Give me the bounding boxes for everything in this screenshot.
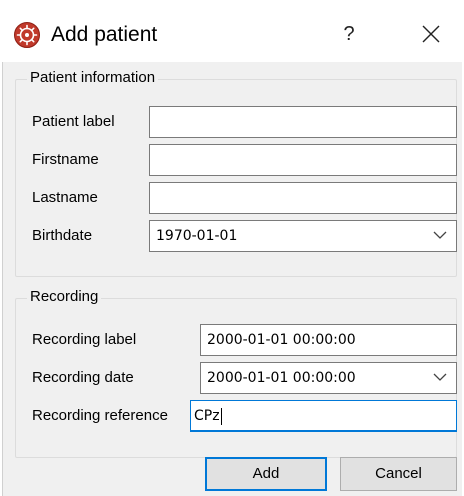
recording-reference-input[interactable]: CPz xyxy=(190,400,457,432)
birthdate-label: Birthdate xyxy=(32,227,93,244)
dialog-body: Patient information Patient label Firstn… xyxy=(2,62,462,496)
add-button[interactable]: Add xyxy=(205,457,327,491)
birthdate-dropdown[interactable]: 1970-01-01 xyxy=(149,220,457,252)
window-title: Add patient xyxy=(51,23,158,46)
close-button[interactable] xyxy=(408,14,454,54)
firstname-input[interactable] xyxy=(149,144,457,176)
title-bar: Add patient ? xyxy=(0,0,464,70)
chevron-down-icon xyxy=(433,373,447,381)
birthdate-value: 1970-01-01 xyxy=(156,228,238,244)
recording-date-label: Recording date xyxy=(32,369,134,386)
firstname-label: Firstname xyxy=(32,151,99,168)
recording-date-dropdown[interactable]: 2000-01-01 00:00:00 xyxy=(200,362,457,394)
cancel-button[interactable]: Cancel xyxy=(340,457,457,491)
recording-label-label: Recording label xyxy=(32,331,137,348)
recording-title: Recording xyxy=(27,288,102,306)
lastname-input[interactable] xyxy=(149,182,457,214)
patient-label-input[interactable] xyxy=(149,106,457,138)
recording-date-value: 2000-01-01 00:00:00 xyxy=(207,370,356,386)
close-icon xyxy=(422,25,440,43)
text-caret xyxy=(220,407,222,425)
patient-label-label: Patient label xyxy=(32,113,115,130)
chevron-down-icon xyxy=(433,231,447,239)
patient-information-title: Patient information xyxy=(27,69,159,87)
recording-reference-value: CPz xyxy=(194,408,220,424)
app-icon xyxy=(14,22,40,48)
recording-label-input[interactable]: 2000-01-01 00:00:00 xyxy=(200,324,457,356)
recording-reference-label: Recording reference xyxy=(32,407,168,424)
help-button[interactable]: ? xyxy=(326,14,372,54)
lastname-label: Lastname xyxy=(32,189,98,206)
